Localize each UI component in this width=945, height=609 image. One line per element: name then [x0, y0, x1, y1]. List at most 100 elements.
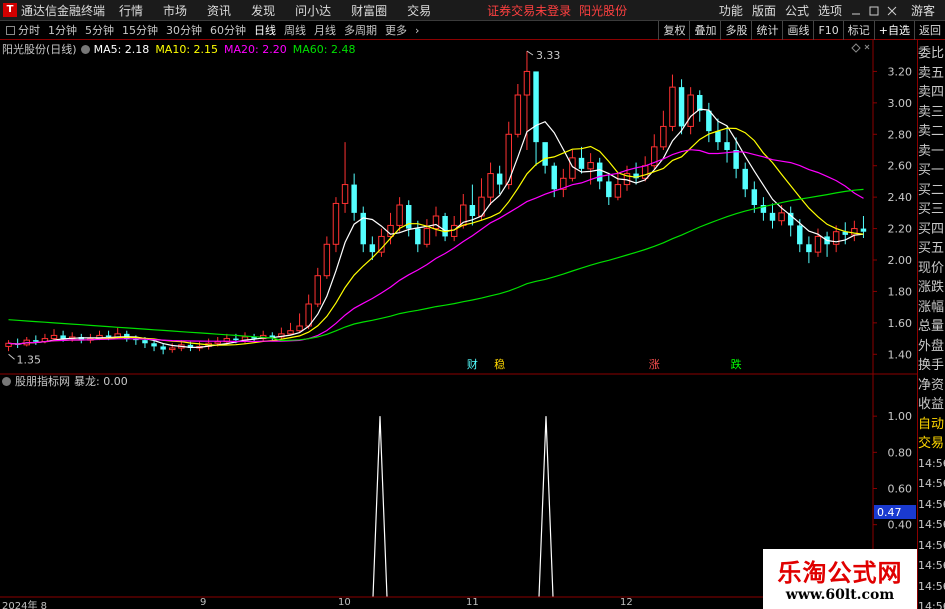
- tool-mark[interactable]: 标记: [842, 21, 874, 40]
- candle-body-down: [806, 244, 812, 253]
- menu-trade[interactable]: 交易: [407, 2, 431, 19]
- toolbar-checkbox[interactable]: [6, 25, 15, 35]
- candle-body-down: [496, 173, 503, 185]
- period-timeshare[interactable]: 分时: [18, 22, 40, 38]
- minimize-icon[interactable]: [851, 6, 861, 16]
- signal-labels: 财稳涨跌: [467, 357, 742, 371]
- price-tick-label: 2.80: [888, 128, 913, 141]
- menu-layout[interactable]: 版面: [752, 2, 776, 19]
- side-time-0: 14:56: [918, 456, 945, 470]
- indicator-spike-1: [538, 416, 554, 598]
- side-label-4: 卖二: [918, 124, 945, 139]
- menu-market[interactable]: 市场: [163, 2, 187, 19]
- price-tick-label: 2.60: [888, 160, 913, 173]
- tool-f10[interactable]: F10: [813, 21, 842, 40]
- side-trade[interactable]: 交易: [918, 434, 945, 454]
- indicator-spike-0: [372, 416, 388, 598]
- period-multi[interactable]: 多周期: [344, 22, 377, 38]
- candle-body-up: [660, 125, 667, 148]
- side-auto[interactable]: 自动: [918, 415, 945, 435]
- candle-body-up: [487, 173, 494, 198]
- candle-body-up: [641, 165, 649, 179]
- period-monthly[interactable]: 月线: [314, 22, 336, 38]
- signal-label-2: 涨: [649, 358, 660, 371]
- candle-body-up: [450, 224, 458, 237]
- menu-quotes[interactable]: 行情: [119, 2, 143, 19]
- period-daily[interactable]: 日线: [254, 22, 276, 38]
- menu-formula[interactable]: 公式: [785, 2, 809, 19]
- candle-body-down: [678, 87, 685, 127]
- side-label-11: 现价: [918, 260, 945, 276]
- candle-body-up: [214, 341, 221, 344]
- guest-label[interactable]: 游客: [911, 2, 935, 19]
- candle-body-up: [169, 347, 176, 351]
- indicator-tick-label: 0.60: [888, 483, 913, 496]
- side-label-5: 卖一: [918, 143, 945, 159]
- candle-body-down: [151, 343, 157, 347]
- candle-body-down: [715, 131, 721, 143]
- candle-body-up: [50, 334, 58, 340]
- tool-adjust[interactable]: 复权: [658, 21, 689, 40]
- menu-news[interactable]: 资讯: [207, 2, 231, 19]
- price-tick-label: 1.60: [888, 317, 913, 330]
- chevron-right-icon[interactable]: ›: [415, 24, 419, 37]
- kline-chart[interactable]: 3.33 1.35 财 稳 涨 跌 3.20 3.00 2.80 2.60 2.40 2.20 2.…: [0, 40, 917, 609]
- settings-circle-icon[interactable]: [80, 44, 90, 54]
- watermark-url: www.60lt.com: [785, 587, 895, 603]
- side-label-15: 外盘: [918, 338, 945, 354]
- menu-discover[interactable]: 发现: [251, 2, 275, 19]
- chart-axes: 3.20 3.00 2.80 2.60 2.40 2.20 2.00 1.80 1.60 1.40…: [0, 40, 917, 609]
- side-time-2: 14:56: [918, 497, 945, 511]
- candle-body-up: [778, 212, 785, 222]
- period-15min[interactable]: 15分钟: [122, 22, 158, 38]
- menu-wealth[interactable]: 财富圈: [351, 2, 387, 19]
- menu-function[interactable]: 功能: [719, 2, 743, 19]
- candle-body-down: [733, 150, 739, 169]
- candle-body-down: [551, 165, 557, 190]
- side-label-6: 买一: [918, 163, 945, 178]
- tool-back[interactable]: 返回: [914, 21, 945, 40]
- side-label-13: 涨幅: [918, 299, 945, 315]
- period-60min[interactable]: 60分钟: [210, 22, 246, 38]
- login-alert[interactable]: 证券交易未登录: [487, 2, 571, 19]
- menu-ask[interactable]: 问小达: [295, 2, 331, 19]
- price-annotations: 3.33 1.35: [8, 49, 560, 366]
- x-tick-nov: 11: [466, 597, 479, 608]
- settings-circle-icon[interactable]: [2, 376, 11, 386]
- indicator-current-value: 0.47: [877, 506, 902, 519]
- side-label-18: 收益: [918, 397, 945, 412]
- price-tick-label: 2.00: [888, 254, 913, 267]
- maximize-icon[interactable]: [869, 6, 879, 16]
- candle-body-down: [351, 184, 357, 213]
- watermark: 乐淘公式网 www.60lt.com: [763, 549, 917, 609]
- signal-label-0: 财: [467, 357, 478, 371]
- tool-multi-stock[interactable]: 多股: [720, 21, 751, 40]
- price-tick-label: 3.20: [888, 65, 913, 78]
- candle-body-down: [533, 71, 539, 143]
- candle-body-down: [578, 157, 585, 169]
- period-more[interactable]: 更多: [385, 22, 407, 38]
- tool-add-watchlist[interactable]: +自选: [873, 21, 914, 40]
- candle-body-up: [587, 162, 594, 170]
- candle-body-up: [314, 275, 321, 305]
- period-weekly[interactable]: 周线: [284, 22, 306, 38]
- candle-body-down: [542, 142, 548, 166]
- close-icon[interactable]: [887, 6, 897, 16]
- candle-body-up: [514, 94, 522, 135]
- candle-body-up: [332, 202, 340, 245]
- side-time-1: 14:56: [918, 477, 945, 490]
- quote-side-panel: 委比 卖五 卖四 卖三 卖二 卖一 买一 买二 买三 买四 买五 现价 涨跌 涨幅 总量 外盘 换手 净资 收益 自…: [917, 40, 945, 609]
- candle-body-up: [669, 86, 676, 127]
- candle-body-down: [606, 181, 612, 198]
- candle-body-down: [769, 212, 776, 221]
- period-30min[interactable]: 30分钟: [166, 22, 202, 38]
- tool-stats[interactable]: 统计: [751, 21, 782, 40]
- period-1min[interactable]: 1分钟: [48, 22, 77, 38]
- side-time-3: 14:56: [918, 518, 945, 531]
- menu-options[interactable]: 选项: [818, 2, 842, 19]
- period-5min[interactable]: 5分钟: [85, 22, 114, 38]
- side-time-5: 14:56: [918, 559, 945, 572]
- signal-label-1: 稳: [494, 357, 505, 371]
- tool-overlay[interactable]: 叠加: [689, 21, 720, 40]
- tool-draw[interactable]: 画线: [782, 21, 813, 40]
